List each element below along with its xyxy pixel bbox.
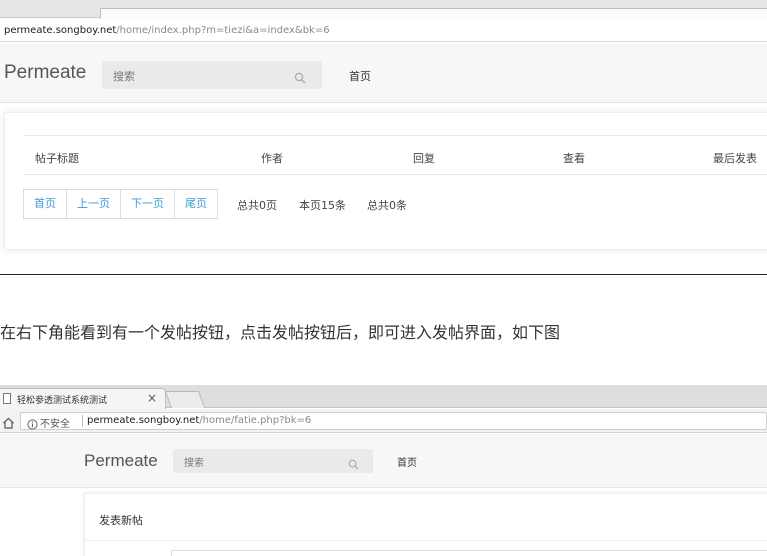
post-title-input[interactable] [171,550,767,556]
tab-title: 轻松参透测试系统测试 [17,396,108,406]
url-path: /home/fatie.php?bk=6 [199,415,312,426]
screenshot-forum-list: permeate.songboy.net/home/index.php?m=ti… [0,0,767,275]
pager-last-button[interactable]: 尾页 [174,189,218,219]
tab-close-icon[interactable]: × [147,391,157,405]
pager-total-items: 总共0条 [367,199,407,212]
pager-total-pages: 总共0页 [237,199,277,212]
nav-home-link[interactable]: 首页 [397,454,417,469]
url-host: permeate.songboy.net [87,415,200,426]
site-navbar: Permeate 搜索 首页 [0,434,767,488]
search-icon[interactable] [348,455,359,474]
address-bar[interactable]: 不安全 permeate.songboy.net/home/fatie.php?… [20,412,767,430]
browser-tab-strip [0,0,767,19]
new-post-panel: 发表新帖 [84,493,767,556]
column-header-replies: 回复 [413,152,435,165]
search-input[interactable]: 搜索 [173,449,373,473]
panel-divider [85,540,767,541]
search-icon[interactable] [294,69,306,88]
search-placeholder: 搜索 [184,458,204,469]
pager-first-button[interactable]: 首页 [23,189,67,219]
thread-table-header: 帖子标题 作者 回复 查看 最后发表 [23,135,767,175]
column-header-last-post: 最后发表 [713,152,757,165]
screenshot-new-post: 轻松参透测试系统测试 × 不安全 permeate.songboy.net/ho… [0,385,767,556]
url-path: /home/index.php?m=tiezi&a=index&bk=6 [116,25,330,36]
thread-list-panel: 帖子标题 作者 回复 查看 最后发表 首页 上一页 下一页 尾页 总共0页 本页… [4,112,767,250]
address-bar[interactable]: permeate.songboy.net/home/index.php?m=ti… [0,20,767,42]
page-icon [3,393,11,404]
column-header-views: 查看 [563,152,585,165]
site-navbar: Permeate 搜索 首页 [0,43,767,103]
column-header-author: 作者 [261,152,283,165]
brand-logo[interactable]: Permeate [84,451,158,471]
pager-next-button[interactable]: 下一页 [120,189,175,219]
article-paragraph: 在右下角能看到有一个发帖按钮，点击发帖按钮后，即可进入发帖界面，如下图 [0,323,561,342]
browser-tab[interactable] [100,8,767,19]
new-tab-button[interactable] [164,391,206,408]
url-text[interactable]: permeate.songboy.net/home/index.php?m=ti… [4,24,330,38]
browser-toolbar: 不安全 permeate.songboy.net/home/fatie.php?… [0,409,767,433]
url-host: permeate.songboy.net [4,25,117,36]
brand-logo[interactable]: Permeate [4,62,86,84]
pager-per-page: 本页15条 [299,199,346,212]
browser-tab[interactable]: 轻松参透测试系统测试 × [0,388,166,409]
browser-tab-strip: 轻松参透测试系统测试 × [0,385,767,409]
info-icon[interactable] [27,415,38,434]
column-header-title: 帖子标题 [35,152,79,165]
url-text[interactable]: permeate.songboy.net/home/fatie.php?bk=6 [87,415,311,426]
address-separator [82,415,83,427]
insecure-label: 不安全 [40,419,70,430]
nav-home-link[interactable]: 首页 [349,68,371,84]
pagination: 首页 上一页 下一页 尾页 [23,189,218,219]
search-input[interactable]: 搜索 [102,61,322,89]
search-placeholder: 搜索 [113,70,135,83]
panel-title: 发表新帖 [99,514,143,527]
pager-prev-button[interactable]: 上一页 [66,189,121,219]
home-icon[interactable] [2,414,15,433]
